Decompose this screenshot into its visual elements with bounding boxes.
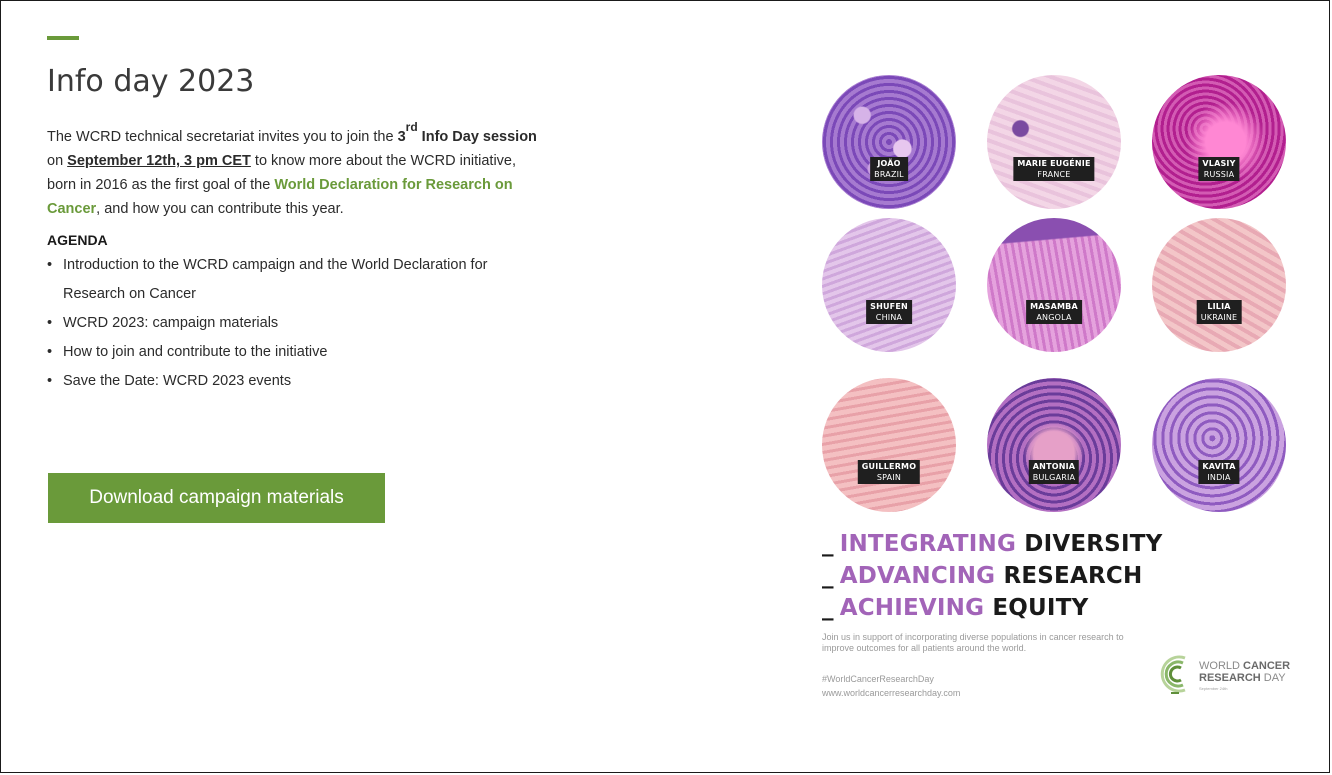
person-name: LILIA: [1207, 302, 1231, 311]
person-name: KAVITA: [1202, 462, 1236, 471]
agenda-item: Save the Date: WCRD 2023 events: [47, 367, 547, 396]
person-country: UKRAINE: [1200, 313, 1238, 322]
person-tag: VLASIY RUSSIA: [1198, 157, 1240, 181]
person-name: VLASIY: [1202, 159, 1236, 168]
support-text: Join us in support of incorporating dive…: [822, 632, 1124, 653]
person-name: GUILLERMO: [861, 462, 917, 471]
tissue-circle: MASAMBA ANGOLA: [987, 218, 1121, 352]
hashtag-block: #WorldCancerResearchDay www.worldcancerr…: [822, 672, 960, 700]
slogan-line: _ ACHIEVING EQUITY: [822, 595, 1089, 621]
date-link[interactable]: September 12th, 3 pm CET: [67, 153, 251, 169]
person-country: FRANCE: [1037, 170, 1071, 179]
person-name: MASAMBA: [1030, 302, 1078, 311]
tissue-circle: SHUFEN CHINA: [822, 218, 956, 352]
tissue-circle: VLASIY RUSSIA: [1152, 75, 1286, 209]
logo-subtitle: September 24th: [1199, 686, 1228, 691]
person-name: SHUFEN: [870, 302, 908, 311]
tissue-circle: JOÃO BRAZIL: [822, 75, 956, 209]
person-tag: JOÃO BRAZIL: [870, 157, 908, 181]
person-country: BRAZIL: [874, 170, 904, 179]
download-campaign-materials-button[interactable]: Download campaign materials: [48, 473, 385, 523]
person-name: MARIE EUGÉNIE: [1017, 159, 1091, 168]
agenda-heading: AGENDA: [47, 232, 108, 248]
person-tag: LILIA UKRAINE: [1196, 300, 1242, 324]
tissue-circle: LILIA UKRAINE: [1152, 218, 1286, 352]
intro-paragraph: The WCRD technical secretariat invites y…: [47, 120, 537, 217]
wcrd-logo: WORLD CANCER RESEARCH DAY September 24th: [1157, 652, 1297, 702]
agenda-item: WCRD 2023: campaign materials: [47, 309, 547, 338]
hashtag: #WorldCancerResearchDay: [822, 674, 934, 684]
person-tag: MARIE EUGÉNIE FRANCE: [1013, 157, 1095, 181]
website: www.worldcancerresearchday.com: [822, 688, 961, 698]
person-tag: GUILLERMO SPAIN: [857, 460, 921, 484]
slogan-line: _ ADVANCING RESEARCH: [822, 563, 1143, 589]
person-tag: KAVITA INDIA: [1198, 460, 1240, 484]
person-tag: SHUFEN CHINA: [866, 300, 912, 324]
agenda-item: How to join and contribute to the initia…: [47, 338, 547, 367]
person-country: SPAIN: [876, 473, 902, 482]
person-name: ANTONIA: [1032, 462, 1076, 471]
accent-bar: [47, 36, 79, 40]
person-country: ANGOLA: [1036, 313, 1072, 322]
tissue-circle: KAVITA INDIA: [1152, 378, 1286, 512]
person-country: INDIA: [1207, 473, 1231, 482]
person-country: RUSSIA: [1203, 170, 1235, 179]
tissue-circle: GUILLERMO SPAIN: [822, 378, 956, 512]
slogan-line: _ INTEGRATING DIVERSITY: [822, 531, 1163, 557]
person-name: JOÃO: [877, 159, 901, 168]
person-country: CHINA: [875, 313, 903, 322]
info-day-section: Info day 2023 The WCRD technical secreta…: [47, 36, 547, 396]
ordinal: 3rd: [397, 120, 418, 145]
campaign-poster: JOÃO BRAZIL MARIE EUGÉNIE FRANCE VLASIY RUSSI…: [812, 70, 1302, 720]
agenda-list: Introduction to the WCRD campaign and th…: [47, 251, 547, 396]
person-tag: ANTONIA BULGARIA: [1028, 460, 1080, 484]
tissue-circle: ANTONIA BULGARIA: [987, 378, 1121, 512]
agenda-item: Introduction to the WCRD campaign and th…: [47, 251, 547, 309]
tissue-circle: MARIE EUGÉNIE FRANCE: [987, 75, 1121, 209]
page-title: Info day 2023: [47, 64, 255, 99]
wcrd-c-logo-icon: [1160, 655, 1186, 694]
logo-wordmark: WORLD CANCER RESEARCH DAY: [1199, 660, 1291, 684]
person-country: BULGARIA: [1032, 473, 1076, 482]
person-tag: MASAMBA ANGOLA: [1026, 300, 1082, 324]
